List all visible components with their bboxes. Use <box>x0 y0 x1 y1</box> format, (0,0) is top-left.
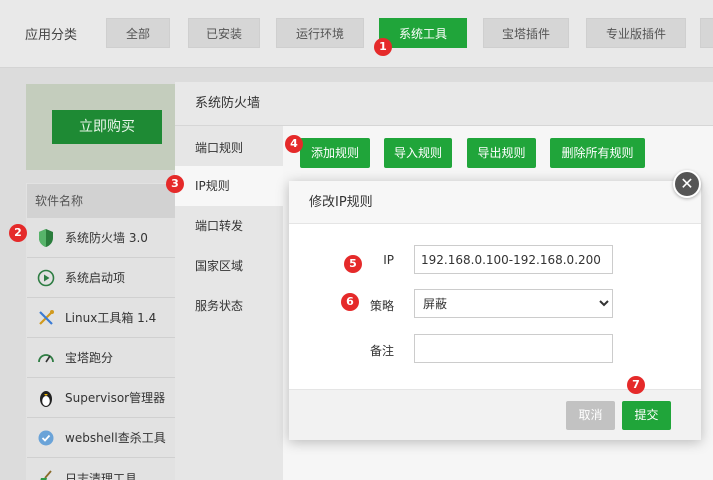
firewall-menu-country-region[interactable]: 国家区域 <box>175 246 283 286</box>
marker-2: 2 <box>9 224 27 242</box>
category-system-tools-button[interactable]: 系统工具 <box>379 18 467 48</box>
play-icon <box>35 267 57 289</box>
marker-6: 6 <box>341 293 359 311</box>
marker-7: 7 <box>627 376 645 394</box>
category-installed-button[interactable]: 已安装 <box>188 18 260 48</box>
delete-all-rules-button[interactable]: 删除所有规则 <box>550 138 645 168</box>
note-input[interactable] <box>414 334 613 363</box>
category-label: 应用分类 <box>25 28 78 43</box>
add-rule-button[interactable]: 添加规则 <box>300 138 370 168</box>
note-label: 备注 <box>369 344 394 358</box>
cancel-button[interactable]: 取消 <box>566 401 615 430</box>
firewall-menu-port-forward[interactable]: 端口转发 <box>175 206 283 246</box>
marker-3: 3 <box>166 175 184 193</box>
firewall-menu-port-rules[interactable]: 端口规则 <box>175 128 283 168</box>
software-item-webshell[interactable]: webshell查杀工具 <box>27 418 175 458</box>
category-pro-plugins-button[interactable]: 专业版插件 <box>586 18 686 48</box>
firewall-title: 系统防火墙 <box>175 82 713 126</box>
policy-select[interactable]: 屏蔽 <box>414 289 613 318</box>
software-item-firewall[interactable]: 系统防火墙 3.0 <box>27 218 175 258</box>
software-item-log-cleaner[interactable]: 日志清理工具 <box>27 458 175 480</box>
category-bt-plugins-button[interactable]: 宝塔插件 <box>483 18 569 48</box>
firewall-menu-ip-rules[interactable]: IP规则 <box>175 166 283 206</box>
software-item-label: 宝塔跑分 <box>65 351 114 365</box>
category-more-button[interactable] <box>700 18 713 48</box>
gauge-icon <box>35 347 57 369</box>
marker-4: 4 <box>285 135 303 153</box>
software-item-label: Linux工具箱 1.4 <box>65 311 157 325</box>
software-item-label: 日志清理工具 <box>65 471 138 480</box>
firewall-sidebar: 端口规则 IP规则 端口转发 国家区域 服务状态 <box>175 126 283 480</box>
ip-label: IP <box>383 253 394 267</box>
software-item-label: webshell查杀工具 <box>65 431 166 445</box>
category-all-button[interactable]: 全部 <box>106 18 170 48</box>
shield-check-icon <box>35 427 57 449</box>
dialog-title: 修改IP规则 <box>289 181 701 224</box>
software-item-supervisor[interactable]: Supervisor管理器 <box>27 378 175 418</box>
software-item-label: 系统启动项 <box>65 271 126 285</box>
buy-now-button[interactable]: 立即购买 <box>52 110 162 144</box>
penguin-icon <box>35 387 57 409</box>
submit-button[interactable]: 提交 <box>622 401 671 430</box>
category-runtime-button[interactable]: 运行环境 <box>276 18 364 48</box>
software-item-toolbox[interactable]: Linux工具箱 1.4 <box>27 298 175 338</box>
ip-input[interactable] <box>414 245 613 274</box>
import-rules-button[interactable]: 导入规则 <box>384 138 452 168</box>
software-item-benchmark[interactable]: 宝塔跑分 <box>27 338 175 378</box>
marker-1: 1 <box>374 38 392 56</box>
export-rules-button[interactable]: 导出规则 <box>467 138 536 168</box>
broom-icon <box>35 467 57 480</box>
marker-5: 5 <box>344 255 362 273</box>
software-item-label: 系统防火墙 3.0 <box>65 231 148 245</box>
software-item-startup[interactable]: 系统启动项 <box>27 258 175 298</box>
wrench-icon <box>35 307 57 329</box>
shield-icon <box>35 227 57 249</box>
firewall-menu-service-status[interactable]: 服务状态 <box>175 286 283 326</box>
software-list-header: 软件名称 <box>27 184 175 218</box>
software-item-label: Supervisor管理器 <box>65 391 166 405</box>
close-icon[interactable]: ✕ <box>673 170 701 198</box>
